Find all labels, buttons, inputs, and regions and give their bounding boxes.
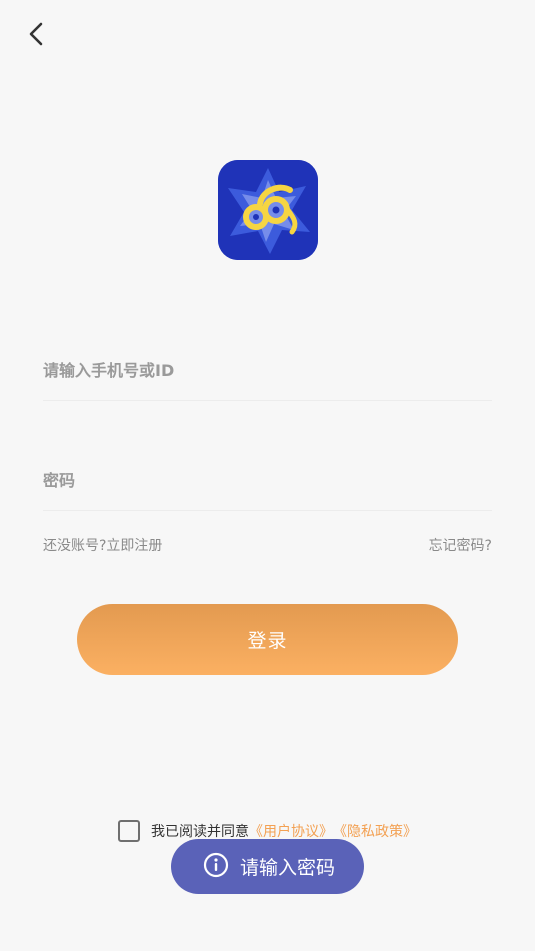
- login-button[interactable]: 登录: [77, 604, 458, 675]
- app-logo-icon: [218, 160, 318, 260]
- password-input[interactable]: [43, 450, 492, 510]
- toast-text: 请输入密码: [240, 857, 336, 879]
- info-icon: [203, 852, 229, 882]
- forgot-password-link[interactable]: 忘记密码?: [429, 535, 492, 555]
- phone-id-field-container: [43, 340, 492, 401]
- chevron-left-icon: [27, 21, 45, 51]
- privacy-policy-link[interactable]: 《隐私政策》: [333, 821, 417, 841]
- phone-id-input[interactable]: [43, 340, 492, 400]
- toast-message: 请输入密码: [171, 839, 364, 894]
- back-button[interactable]: [18, 18, 54, 54]
- password-field-container: [43, 450, 492, 511]
- app-logo: [218, 160, 318, 260]
- user-agreement-link[interactable]: 《用户协议》: [249, 821, 333, 841]
- agreement-checkbox[interactable]: [118, 820, 140, 842]
- agreement-text: 我已阅读并同意: [151, 824, 249, 840]
- register-link[interactable]: 还没账号?立即注册: [43, 535, 162, 555]
